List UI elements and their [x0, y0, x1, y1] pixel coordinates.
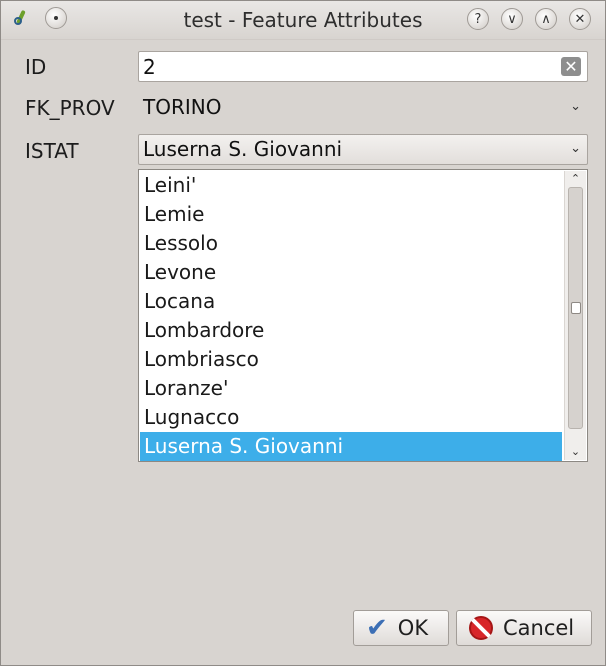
dot-icon	[54, 16, 58, 20]
title-bar[interactable]: test - Feature Attributes ? ∨ ∧ ✕	[1, 1, 605, 40]
dropdown-scrollbar[interactable]: ⌃ ⌄	[564, 171, 586, 460]
question-icon: ?	[474, 11, 482, 27]
cancel-icon	[469, 616, 493, 640]
list-item[interactable]: Loranze'	[140, 374, 562, 403]
list-item[interactable]: Levone	[140, 258, 562, 287]
maximize-button[interactable]: ∧	[535, 8, 557, 30]
dropdown-items: Leini' Lemie Lessolo Levone Locana Lombardore…	[140, 171, 562, 461]
help-button[interactable]: ?	[467, 8, 489, 30]
close-button[interactable]: ✕	[569, 8, 591, 30]
ok-button[interactable]: ✔ OK	[353, 610, 449, 646]
cancel-button[interactable]: Cancel	[456, 610, 592, 646]
list-item[interactable]: Leini'	[140, 171, 562, 200]
istat-combobox[interactable]: Luserna S. Giovanni ⌄	[138, 134, 588, 165]
chevron-down-icon: ⌄	[570, 141, 581, 156]
list-item[interactable]: Luserna S. Giovanni	[140, 432, 562, 461]
title-bar-left	[13, 7, 67, 29]
ok-label: OK	[397, 616, 429, 640]
checkmark-icon: ✔	[366, 613, 388, 643]
window-controls: ? ∨ ∧ ✕	[467, 8, 591, 30]
close-icon: ✕	[574, 11, 586, 27]
istat-label: ISTAT	[25, 139, 79, 163]
fk-prov-combobox[interactable]: TORINO ⌄	[138, 92, 588, 123]
list-item[interactable]: Lombardore	[140, 316, 562, 345]
feature-attributes-dialog: test - Feature Attributes ? ∨ ∧ ✕ ID 2 ✕…	[0, 0, 606, 666]
list-item[interactable]: Lugnacco	[140, 403, 562, 432]
scroll-down-arrow-icon[interactable]: ⌄	[565, 444, 586, 460]
list-item[interactable]: Lessolo	[140, 229, 562, 258]
id-value: 2	[143, 55, 156, 79]
fk-prov-label: FK_PROV	[25, 96, 115, 120]
scroll-up-arrow-icon[interactable]: ⌃	[565, 171, 586, 187]
list-item[interactable]: Lombriasco	[140, 345, 562, 374]
cancel-label: Cancel	[503, 616, 575, 640]
istat-value: Luserna S. Giovanni	[143, 137, 343, 161]
list-item[interactable]: Lemie	[140, 200, 562, 229]
chevron-down-icon: ⌄	[570, 99, 581, 114]
chevron-up-icon: ∧	[541, 11, 551, 27]
fk-prov-value: TORINO	[143, 95, 222, 119]
istat-dropdown-list[interactable]: Leini' Lemie Lessolo Levone Locana Lombardore…	[138, 169, 588, 462]
id-label: ID	[25, 55, 47, 79]
list-item[interactable]: Locana	[140, 287, 562, 316]
scrollbar-thumb[interactable]	[571, 302, 581, 314]
scrollbar-track[interactable]	[568, 187, 583, 429]
clear-icon[interactable]: ✕	[561, 57, 581, 76]
qgis-app-icon[interactable]	[13, 9, 31, 27]
minimize-button[interactable]: ∨	[501, 8, 523, 30]
window-menu-button[interactable]	[45, 7, 67, 29]
chevron-down-icon: ∨	[507, 11, 517, 27]
id-field[interactable]: 2 ✕	[138, 51, 588, 82]
